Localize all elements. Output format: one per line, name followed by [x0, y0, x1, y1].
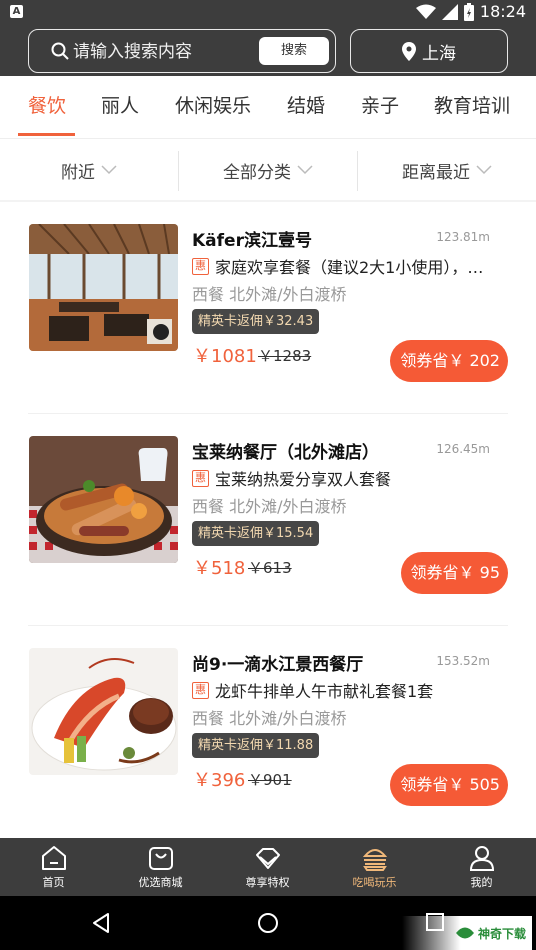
- notification-app-icon: A: [10, 5, 23, 18]
- chevron-down-icon: [101, 165, 117, 175]
- active-tab-indicator: [18, 133, 75, 136]
- location-text: 西餐 北外滩/外白渡桥: [192, 709, 347, 728]
- location-text: 西餐 北外滩/外白渡桥: [192, 497, 347, 516]
- restaurant-card[interactable]: 宝莱纳餐厅（北外滩店） 126.45m 惠 宝莱纳热爱分享双人套餐 西餐 北外滩…: [0, 414, 536, 626]
- wifi-icon: [415, 4, 436, 19]
- restaurant-card[interactable]: 尚9·一滴水江景西餐厅 153.52m 惠 龙虾牛排单人午市献礼套餐1套 西餐 …: [0, 626, 536, 838]
- restaurant-name: Käfer滨江壹号: [192, 231, 312, 251]
- restaurant-photo: [29, 224, 178, 351]
- city-label: 上海: [422, 43, 456, 64]
- restaurant-list: Käfer滨江壹号 123.81m 惠 家庭欢享套餐（建议2大1小使用），… 西…: [0, 202, 536, 838]
- filter-category[interactable]: 全部分类: [179, 139, 357, 201]
- deal-row: 惠 家庭欢享套餐（建议2大1小使用），…: [192, 254, 510, 278]
- nav-label: 尊享特权: [245, 876, 290, 889]
- person-icon: [469, 846, 494, 871]
- deal-badge-icon: 惠: [192, 257, 209, 275]
- nav-label: 吃喝玩乐: [352, 876, 397, 889]
- nav-home[interactable]: 首页: [0, 844, 107, 890]
- system-navigation-bar: 神奇下载: [0, 896, 536, 950]
- location-pin-icon: [402, 41, 416, 61]
- tab-wedding[interactable]: 结婚: [287, 94, 325, 118]
- coupon-button[interactable]: 领券省￥ 505: [390, 764, 508, 806]
- nav-label: 首页: [42, 876, 65, 889]
- deal-row: 惠 宝莱纳热爱分享双人套餐: [192, 466, 510, 490]
- header: 请输入搜索内容 搜索 上海: [0, 24, 536, 76]
- watermark-icon: [455, 927, 474, 939]
- tab-beauty[interactable]: 丽人: [101, 94, 139, 118]
- coupon-button[interactable]: 领券省￥ 95: [400, 552, 508, 594]
- nav-label: 优选商城: [138, 876, 183, 889]
- search-placeholder: 请输入搜索内容: [73, 42, 192, 62]
- shopping-bag-icon: [148, 847, 173, 870]
- distance: 126.45m: [436, 442, 490, 456]
- status-time: 18:24: [479, 2, 526, 21]
- watermark-logo: 神奇下载: [402, 916, 532, 950]
- filter-label: 附近: [61, 162, 95, 183]
- home-icon: [41, 846, 66, 870]
- nav-food-fun[interactable]: 吃喝玩乐: [321, 844, 428, 890]
- nav-profile[interactable]: 我的: [428, 844, 535, 890]
- search-input[interactable]: 请输入搜索内容 搜索: [28, 29, 336, 73]
- chevron-down-icon: [476, 165, 492, 175]
- city-selector[interactable]: 上海: [350, 29, 508, 73]
- category-tabs: 餐饮 丽人 休闲娱乐 结婚 亲子 教育培训: [0, 76, 536, 138]
- original-price: ￥1283: [258, 347, 312, 365]
- search-button[interactable]: 搜索: [259, 37, 329, 65]
- filter-sort[interactable]: 距离最近: [358, 139, 536, 201]
- location-text: 西餐 北外滩/外白渡桥: [192, 285, 347, 304]
- deal-badge-icon: 惠: [192, 681, 209, 699]
- rebate-badge: 精英卡返佣￥15.54: [192, 521, 320, 546]
- restaurant-photo: [29, 436, 178, 563]
- home-circle-icon[interactable]: [257, 912, 279, 934]
- burger-icon: [362, 849, 387, 871]
- bottom-navigation: 首页 优选商城 尊享特权 吃喝玩乐 我的: [0, 838, 536, 896]
- deal-text: 宝莱纳热爱分享双人套餐: [215, 470, 392, 489]
- current-price: ￥518: [193, 558, 246, 579]
- restaurant-name: 尚9·一滴水江景西餐厅: [192, 655, 364, 675]
- deal-text: 龙虾牛排单人午市献礼套餐1套: [215, 682, 434, 701]
- coupon-button[interactable]: 领券省￥ 202: [390, 340, 508, 382]
- battery-icon: [463, 3, 474, 21]
- diamond-icon: [255, 848, 280, 869]
- tab-parenting[interactable]: 亲子: [361, 94, 399, 118]
- distance: 123.81m: [436, 230, 490, 244]
- tab-catering[interactable]: 餐饮: [28, 94, 66, 118]
- chevron-down-icon: [297, 165, 313, 175]
- restaurant-photo: [29, 648, 178, 775]
- current-price: ￥1081: [193, 346, 257, 367]
- nav-mall[interactable]: 优选商城: [107, 844, 214, 890]
- current-price: ￥396: [193, 770, 246, 791]
- filter-label: 全部分类: [223, 162, 291, 183]
- deal-text: 家庭欢享套餐（建议2大1小使用），…: [215, 258, 484, 277]
- tab-leisure[interactable]: 休闲娱乐: [175, 94, 251, 118]
- restaurant-card[interactable]: Käfer滨江壹号 123.81m 惠 家庭欢享套餐（建议2大1小使用），… 西…: [0, 202, 536, 414]
- rebate-badge: 精英卡返佣￥11.88: [192, 733, 320, 758]
- signal-icon: [441, 4, 458, 20]
- filter-nearby[interactable]: 附近: [0, 139, 178, 201]
- nav-privileges[interactable]: 尊享特权: [214, 844, 321, 890]
- deal-row: 惠 龙虾牛排单人午市献礼套餐1套: [192, 678, 510, 702]
- original-price: ￥901: [248, 771, 292, 789]
- restaurant-name: 宝莱纳餐厅（北外滩店）: [192, 443, 379, 463]
- filter-bar: 附近 全部分类 距离最近: [0, 138, 536, 200]
- deal-badge-icon: 惠: [192, 469, 209, 487]
- watermark-text: 神奇下载: [477, 926, 526, 941]
- nav-label: 我的: [470, 876, 493, 889]
- original-price: ￥613: [248, 559, 292, 577]
- status-bar: A 18:24: [0, 0, 536, 24]
- rebate-badge: 精英卡返佣￥32.43: [192, 309, 320, 334]
- tab-education[interactable]: 教育培训: [434, 94, 510, 118]
- search-icon: [51, 42, 69, 60]
- filter-label: 距离最近: [402, 162, 470, 183]
- distance: 153.52m: [436, 654, 490, 668]
- back-icon[interactable]: [90, 912, 112, 934]
